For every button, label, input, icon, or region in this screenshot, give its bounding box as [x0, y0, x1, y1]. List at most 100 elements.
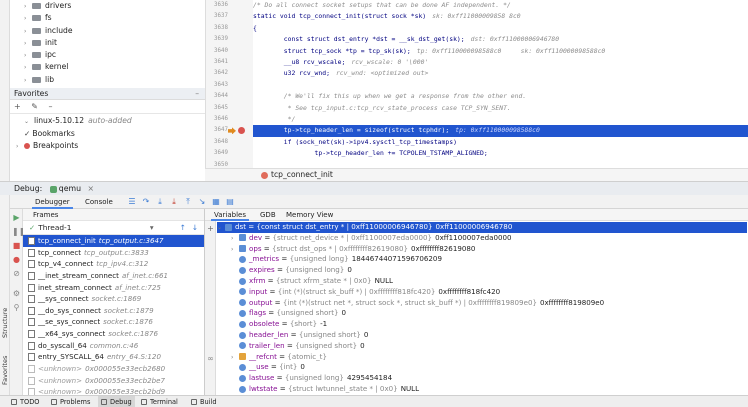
- frame-row[interactable]: __inet_stream_connect af_inet.c:661: [23, 270, 204, 282]
- tree-item[interactable]: › kernel: [10, 61, 205, 73]
- variable-row[interactable]: header_len = {unsigned short} 0: [231, 330, 748, 341]
- variable-row[interactable]: › dev = {struct net_device * | 0xff110000…: [231, 233, 748, 244]
- chevron-down-icon[interactable]: ⌄: [217, 223, 225, 233]
- step-out-icon[interactable]: ⤒: [184, 198, 192, 206]
- variable-row[interactable]: output = {int (*)(struct net *, struct s…: [231, 298, 748, 309]
- step-over-icon[interactable]: ↷: [142, 198, 150, 206]
- chevron-right-icon[interactable]: ›: [24, 62, 32, 74]
- watches-icon[interactable]: ∞: [206, 354, 215, 363]
- resume-icon[interactable]: ▶: [12, 213, 21, 222]
- code-text: * See tcp_input.c:tcp_rcv_state_process …: [253, 103, 511, 112]
- code-line: __u8 rcv_wscale; rcv_wscale: 0 '\000': [253, 57, 748, 68]
- frame-row[interactable]: <unknown> 0x000055e33ecb2be7: [23, 375, 204, 387]
- variable-row[interactable]: _metrics = {unsigned long} 18446744071596…: [231, 254, 748, 265]
- up-arrow-icon[interactable]: ↑: [180, 221, 186, 235]
- variable-type: {unsigned short}: [295, 340, 358, 350]
- minimize-icon[interactable]: –: [195, 88, 199, 100]
- edit-icon[interactable]: ✎: [31, 102, 38, 111]
- frame-row[interactable]: do_syscall_64 common.c:46: [23, 340, 204, 352]
- variable-row[interactable]: __use = {int} 0: [231, 362, 748, 373]
- view-breakpoints-icon[interactable]: ●: [12, 255, 21, 264]
- favorites-item[interactable]: ⌄ linux-5.10.12 auto-added: [10, 115, 205, 128]
- pause-icon[interactable]: ❚❚: [12, 227, 25, 236]
- structure-tab[interactable]: Structure: [0, 300, 10, 346]
- chevron-right-icon[interactable]: ›: [24, 13, 32, 25]
- close-icon[interactable]: ×: [88, 184, 95, 193]
- tab-debugger[interactable]: Debugger: [32, 195, 73, 209]
- tree-item[interactable]: › fs: [10, 12, 205, 24]
- stop-icon[interactable]: ■: [12, 241, 21, 250]
- breakpoint-icon[interactable]: [238, 127, 245, 135]
- chevron-icon[interactable]: ›: [16, 141, 24, 154]
- code-editor[interactable]: /* Do all connect socket setups that can…: [253, 0, 748, 168]
- variable-row[interactable]: lwtstate = {struct lwtunnel_state * | 0x…: [231, 384, 748, 395]
- variable-row[interactable]: › ops = {struct dst_ops * | 0xffffffff826…: [231, 244, 748, 255]
- table-icon[interactable]: ▤: [226, 198, 234, 206]
- variable-row[interactable]: trailer_len = {unsigned short} 0: [231, 341, 748, 352]
- tab-memory-view[interactable]: Memory View: [283, 209, 336, 221]
- favorites-item[interactable]: › Breakpoints: [10, 140, 205, 153]
- settings-icon[interactable]: ⚙: [12, 289, 21, 298]
- frame-row[interactable]: tcp_v4_connect tcp_ipv4.c:312: [23, 258, 204, 270]
- tab-console[interactable]: Console: [82, 195, 116, 209]
- frames-panel: Frames ✓ Thread-1 ▾ ↑ ↓ tcp_connect_init…: [23, 209, 205, 395]
- line-number: 3647: [214, 127, 228, 134]
- frame-row[interactable]: __do_sys_connect socket.c:1879: [23, 305, 204, 317]
- force-step-into-icon[interactable]: ⤓: [170, 198, 178, 206]
- debug-config-tab[interactable]: qemu: [59, 184, 81, 193]
- status-terminal-tab[interactable]: Terminal: [138, 396, 181, 407]
- breadcrumb[interactable]: tcp_connect_init: [205, 168, 748, 181]
- status-build-tab[interactable]: Build: [188, 396, 220, 407]
- variable-row[interactable]: flags = {unsigned short} 0: [231, 308, 748, 319]
- evaluate-icon[interactable]: ▦: [212, 198, 220, 206]
- frame-row[interactable]: __x64_sys_connect socket.c:1876: [23, 328, 204, 340]
- favorites-tab[interactable]: Favorites: [0, 348, 10, 392]
- frame-row[interactable]: __sys_connect socket.c:1869: [23, 293, 204, 305]
- frame-icon: [28, 283, 35, 292]
- list-icon[interactable]: ☰: [128, 198, 136, 206]
- run-to-cursor-icon[interactable]: ↘: [198, 198, 206, 206]
- problems-icon: [51, 399, 57, 405]
- status-todo-tab[interactable]: TODO: [8, 396, 43, 407]
- chevron-right-icon[interactable]: ›: [231, 353, 239, 363]
- variable-row[interactable]: input = {int (*)(struct sk_buff *) | 0xf…: [231, 287, 748, 298]
- code-text: if (sock_net(sk)->ipv4.sysctl_tcp_timest…: [253, 137, 457, 146]
- chevron-icon[interactable]: ⌄: [24, 116, 32, 129]
- tree-item[interactable]: › lib: [10, 74, 205, 86]
- tree-item[interactable]: › drivers: [10, 0, 205, 12]
- status-debug-tab[interactable]: Debug: [98, 396, 135, 407]
- variable-name: obsolete: [249, 319, 280, 329]
- new-watch-icon[interactable]: +: [206, 224, 215, 233]
- frame-row[interactable]: __se_sys_connect socket.c:1876: [23, 316, 204, 328]
- frame-row[interactable]: <unknown> 0x000055e33ecb2bd9: [23, 386, 204, 395]
- variable-row[interactable]: obsolete = {short} -1: [231, 319, 748, 330]
- status-problems-tab[interactable]: Problems: [48, 396, 93, 407]
- add-icon[interactable]: +: [14, 102, 21, 111]
- frame-row[interactable]: <unknown> 0x000055e33ecb2680: [23, 363, 204, 375]
- frame-row[interactable]: entry_SYSCALL_64 entry_64.S:120: [23, 351, 204, 363]
- frame-row[interactable]: inet_stream_connect af_inet.c:725: [23, 282, 204, 294]
- remove-icon[interactable]: –: [49, 102, 53, 111]
- pin-icon[interactable]: ⚲: [12, 303, 21, 312]
- favorites-item[interactable]: ✓ Bookmarks: [10, 128, 205, 141]
- down-arrow-icon[interactable]: ↓: [192, 221, 198, 235]
- thread-selector[interactable]: ✓ Thread-1 ▾ ↑ ↓: [23, 221, 204, 235]
- tab-variables[interactable]: Variables: [211, 209, 249, 221]
- variable-row[interactable]: ⌄ dst = {const struct dst_entry * | 0xff1…: [217, 222, 747, 233]
- variable-name: input: [249, 286, 268, 296]
- variable-row[interactable]: xfrm = {struct xfrm_state * | 0x0} NULL: [231, 276, 748, 287]
- tab-gdb[interactable]: GDB: [257, 209, 279, 221]
- chevron-right-icon[interactable]: ›: [231, 245, 239, 255]
- chevron-right-icon[interactable]: ›: [231, 234, 239, 244]
- variable-name: expires: [249, 265, 275, 275]
- variable-row[interactable]: expires = {unsigned long} 0: [231, 265, 748, 276]
- variable-row[interactable]: lastuse = {unsigned long} 4295454184: [231, 373, 748, 384]
- tree-item[interactable]: › ipc: [10, 49, 205, 61]
- variable-row[interactable]: › __refcnt = {atomic_t}: [231, 352, 748, 363]
- tree-item[interactable]: › include: [10, 25, 205, 37]
- tree-item[interactable]: › init: [10, 37, 205, 49]
- frame-row[interactable]: tcp_connect_init tcp_output.c:3647: [23, 235, 204, 247]
- mute-breakpoints-icon[interactable]: ⊘: [12, 269, 21, 278]
- frame-row[interactable]: tcp_connect tcp_output.c:3833: [23, 247, 204, 259]
- step-into-icon[interactable]: ⤓: [156, 198, 164, 206]
